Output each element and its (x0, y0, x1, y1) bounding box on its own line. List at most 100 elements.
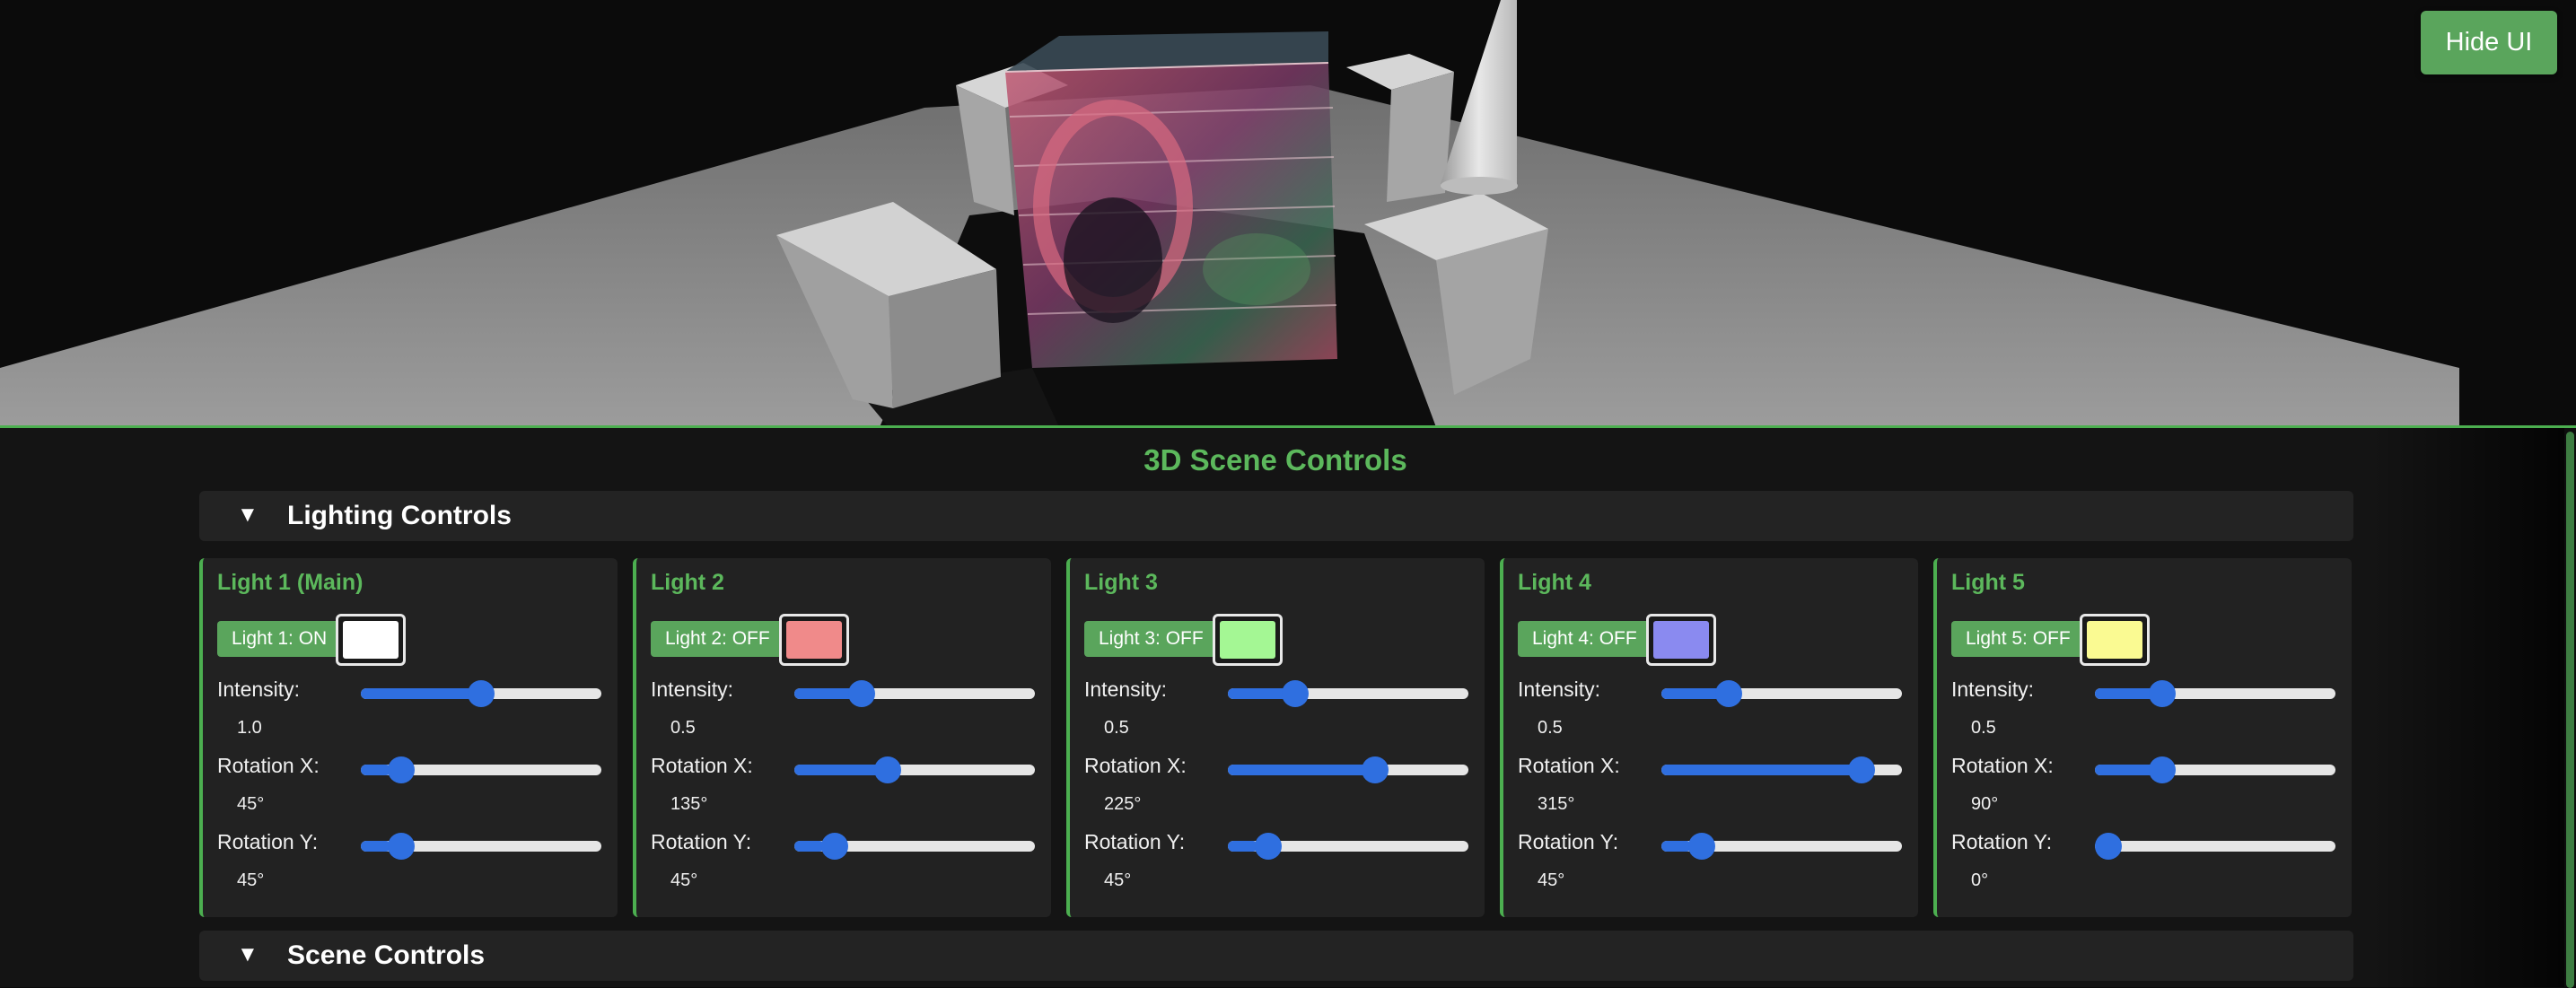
rotation-y-value: 45° (237, 870, 265, 890)
rotation-y-slider[interactable] (2095, 833, 2335, 860)
rotation-x-label: Rotation X: (651, 754, 753, 777)
intensity-label: Intensity: (1084, 678, 1168, 701)
slider-thumb[interactable] (387, 833, 415, 860)
slider-thumb[interactable] (1848, 756, 1876, 783)
section-label: Lighting Controls (287, 501, 512, 530)
slider-thumb[interactable] (1254, 833, 1282, 860)
color-swatch (786, 621, 842, 659)
light-title: Light 4 (1518, 570, 1591, 595)
slider-fill (2095, 765, 2155, 775)
rotation-x-slider[interactable] (2095, 756, 2335, 783)
intensity-slider[interactable] (1661, 680, 1902, 707)
color-swatch (2087, 621, 2142, 659)
intensity-label: Intensity: (1518, 678, 1601, 701)
rotation-x-value: 135° (670, 794, 708, 814)
slider-thumb[interactable] (2148, 680, 2176, 707)
light-color-picker[interactable] (1213, 614, 1283, 666)
light-color-picker[interactable] (1646, 614, 1716, 666)
light-toggle-button[interactable]: Light 5: OFF (1951, 621, 2085, 657)
rotation-x-label: Rotation X: (217, 754, 320, 777)
hide-ui-button[interactable]: Hide UI (2421, 11, 2557, 74)
light-card-4: Light 4 Light 4: OFF Intensity: 0.5 Rota… (1500, 558, 1918, 917)
intensity-slider[interactable] (2095, 680, 2335, 707)
slider-fill (794, 841, 825, 852)
slider-thumb[interactable] (1361, 756, 1389, 783)
scrollbar[interactable] (2564, 428, 2576, 988)
light-card-3: Light 3 Light 3: OFF Intensity: 0.5 Rota… (1066, 558, 1485, 917)
lights-row: Light 1 (Main) Light 1: ON Intensity: 1.… (199, 558, 2355, 919)
scene-controls-panel: 3D Scene Controls ▼ Lighting Controls Li… (0, 425, 2576, 988)
rotation-y-label: Rotation Y: (1084, 830, 1186, 853)
rotation-x-label: Rotation X: (1951, 754, 2054, 777)
slider-fill (1228, 841, 1258, 852)
intensity-slider[interactable] (794, 680, 1035, 707)
slider-thumb[interactable] (468, 680, 495, 707)
intensity-slider[interactable] (1228, 680, 1468, 707)
slider-fill (794, 688, 854, 699)
slider-fill (2095, 688, 2155, 699)
light-toggle-button[interactable]: Light 1: ON (217, 621, 342, 657)
rotation-y-slider[interactable] (794, 833, 1035, 860)
scene-controls-header[interactable]: ▼ Scene Controls (199, 931, 2353, 981)
rotation-x-value: 45° (237, 794, 265, 814)
panel-edge-shade (2370, 428, 2576, 987)
rotation-x-slider[interactable] (1661, 756, 1902, 783)
slider-thumb[interactable] (1687, 833, 1715, 860)
slider-fill (361, 841, 391, 852)
rotation-y-value: 45° (1538, 870, 1565, 890)
slider-thumb[interactable] (1714, 680, 1742, 707)
slider-thumb[interactable] (387, 756, 415, 783)
light-color-picker[interactable] (2080, 614, 2150, 666)
light-title: Light 1 (Main) (217, 570, 364, 595)
slider-fill (1228, 765, 1379, 775)
intensity-value: 0.5 (1538, 718, 1563, 738)
light-toggle-button[interactable]: Light 2: OFF (651, 621, 784, 657)
scrollbar-thumb[interactable] (2566, 432, 2574, 988)
rotation-x-value: 225° (1104, 794, 1142, 814)
rotation-x-label: Rotation X: (1518, 754, 1620, 777)
intensity-value: 0.5 (1971, 718, 1996, 738)
rotation-y-value: 45° (670, 870, 698, 890)
intensity-value: 0.5 (670, 718, 696, 738)
intensity-label: Intensity: (217, 678, 301, 701)
rotation-x-slider[interactable] (361, 756, 601, 783)
rotation-y-slider[interactable] (361, 833, 601, 860)
slider-fill (1661, 765, 1872, 775)
rotation-y-label: Rotation Y: (1518, 830, 1619, 853)
slider-thumb[interactable] (820, 833, 848, 860)
color-swatch (1653, 621, 1709, 659)
slider-fill (1661, 688, 1722, 699)
slider-thumb[interactable] (874, 756, 902, 783)
light-title: Light 3 (1084, 570, 1158, 595)
light-title: Light 5 (1951, 570, 2025, 595)
rotation-y-slider[interactable] (1661, 833, 1902, 860)
slider-fill (1661, 841, 1692, 852)
light-title: Light 2 (651, 570, 724, 595)
slider-fill (361, 688, 481, 699)
3d-viewport[interactable] (0, 0, 2576, 427)
rotation-x-slider[interactable] (794, 756, 1035, 783)
slider-fill (1228, 688, 1288, 699)
lighting-controls-header[interactable]: ▼ Lighting Controls (199, 491, 2353, 541)
intensity-slider[interactable] (361, 680, 601, 707)
rotation-y-label: Rotation Y: (1951, 830, 2053, 853)
rotation-y-value: 0° (1971, 870, 1989, 890)
slider-thumb[interactable] (2148, 756, 2176, 783)
slider-thumb[interactable] (2095, 833, 2122, 860)
scene-render (0, 0, 2459, 427)
light-toggle-button[interactable]: Light 3: OFF (1084, 621, 1218, 657)
rotation-x-value: 315° (1538, 794, 1575, 814)
intensity-label: Intensity: (651, 678, 734, 701)
color-swatch (1220, 621, 1275, 659)
rotation-x-slider[interactable] (1228, 756, 1468, 783)
collapse-arrow-icon: ▼ (237, 942, 258, 966)
light-toggle-button[interactable]: Light 4: OFF (1518, 621, 1652, 657)
rotation-x-value: 90° (1971, 794, 1999, 814)
light-color-picker[interactable] (336, 614, 406, 666)
rotation-y-slider[interactable] (1228, 833, 1468, 860)
rotation-y-label: Rotation Y: (217, 830, 319, 853)
slider-thumb[interactable] (1281, 680, 1309, 707)
rotation-y-value: 45° (1104, 870, 1132, 890)
light-color-picker[interactable] (779, 614, 849, 666)
slider-thumb[interactable] (847, 680, 875, 707)
